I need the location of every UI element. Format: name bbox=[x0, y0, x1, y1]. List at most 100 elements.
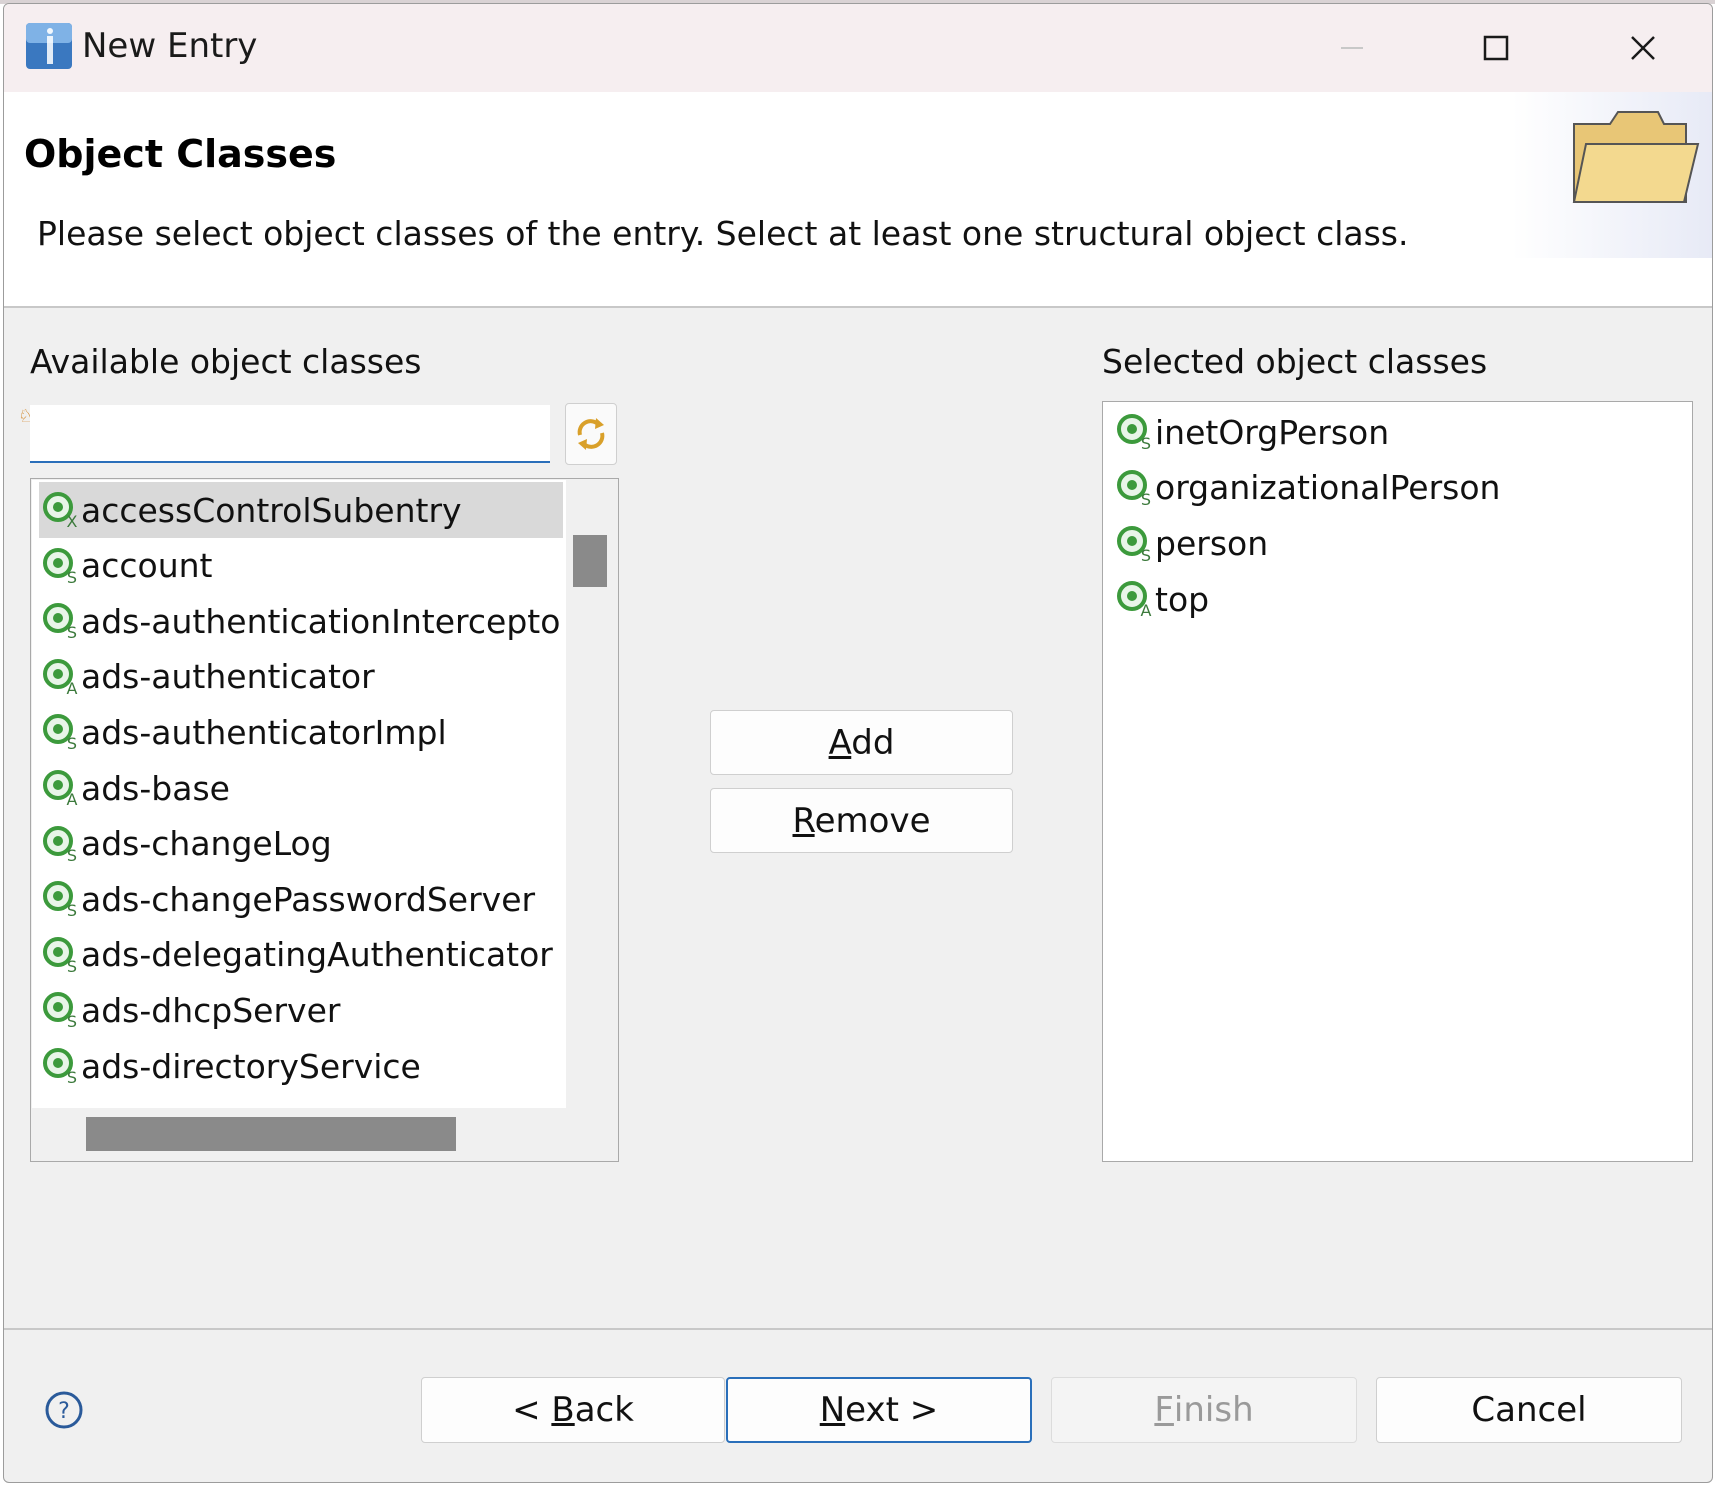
cancel-button-label: Cancel bbox=[1471, 1390, 1587, 1430]
svg-text:A: A bbox=[67, 790, 78, 808]
object-class-icon: S bbox=[43, 1048, 77, 1086]
back-prefix: < bbox=[512, 1390, 552, 1430]
selected-list-item[interactable]: SorganizationalPerson bbox=[1113, 460, 1500, 516]
available-list-item[interactable]: Sads-changePasswordServer bbox=[39, 871, 535, 927]
available-item-label: ads-dhcpServer bbox=[81, 990, 341, 1030]
svg-text:S: S bbox=[67, 568, 77, 586]
object-class-icon: X bbox=[43, 492, 78, 530]
available-list-item[interactable]: Aads-base bbox=[39, 760, 230, 816]
object-class-icon: S bbox=[1117, 525, 1151, 564]
refresh-button[interactable] bbox=[565, 403, 617, 465]
cancel-button[interactable]: Cancel bbox=[1376, 1377, 1682, 1443]
available-label: Available object classes bbox=[30, 342, 422, 381]
add-button-label: Add bbox=[829, 723, 895, 763]
svg-text:A: A bbox=[1141, 601, 1152, 619]
svg-text:?: ? bbox=[58, 1399, 70, 1424]
add-button[interactable]: Add bbox=[710, 710, 1013, 775]
object-class-icon: A bbox=[1117, 581, 1152, 619]
object-class-icon: S bbox=[1117, 414, 1151, 452]
wizard-header: Object Classes Please select object clas… bbox=[4, 92, 1712, 308]
label-rest: emove bbox=[814, 800, 931, 841]
object-class-icon: S bbox=[43, 992, 77, 1030]
back-mnemonic: B bbox=[551, 1390, 575, 1430]
object-class-icon: S bbox=[43, 936, 77, 975]
object-class-icon: S bbox=[43, 603, 77, 641]
label-rest: dd bbox=[851, 722, 895, 763]
horizontal-scrollbar-thumb[interactable] bbox=[86, 1117, 456, 1151]
svg-text:S: S bbox=[1141, 490, 1151, 508]
remove-button-label: Remove bbox=[793, 801, 931, 841]
page-description: Please select object classes of the entr… bbox=[37, 214, 1409, 253]
available-item-label: ads-authenticator bbox=[81, 657, 375, 697]
available-list-item[interactable]: Saccount bbox=[39, 538, 212, 594]
svg-text:S: S bbox=[67, 901, 77, 919]
available-item-label: ads-authenticationIntercepto bbox=[81, 601, 561, 641]
back-rest: ack bbox=[574, 1390, 634, 1430]
available-item-label: ads-changePasswordServer bbox=[81, 879, 536, 919]
object-class-icon: A bbox=[43, 770, 78, 808]
maximize-icon bbox=[1483, 35, 1509, 61]
object-class-icon: S bbox=[43, 714, 77, 752]
available-item-label: ads-authenticatorImpl bbox=[81, 712, 447, 752]
selected-item-label: top bbox=[1155, 579, 1210, 619]
next-mnemonic: N bbox=[819, 1390, 846, 1430]
svg-text:X: X bbox=[67, 512, 78, 530]
mnemonic-letter: R bbox=[792, 800, 815, 841]
svg-text:S: S bbox=[67, 734, 77, 752]
help-icon[interactable]: ? bbox=[44, 1390, 84, 1430]
mnemonic-letter: A bbox=[828, 722, 852, 763]
available-list-item[interactable]: Sads-authenticationIntercepto bbox=[39, 593, 560, 649]
svg-text:S: S bbox=[67, 1012, 77, 1030]
selected-label: Selected object classes bbox=[1102, 342, 1488, 381]
next-button[interactable]: Next > bbox=[726, 1377, 1032, 1443]
svg-text:S: S bbox=[1141, 434, 1151, 452]
object-class-icon: S bbox=[1117, 469, 1151, 508]
filter-input[interactable] bbox=[30, 405, 550, 463]
available-list-item[interactable]: Sads-dhcpServer bbox=[39, 982, 340, 1038]
selected-item-label: inetOrgPerson bbox=[1155, 412, 1390, 452]
footer-separator bbox=[4, 1328, 1712, 1330]
object-class-icon: S bbox=[43, 547, 77, 586]
close-button[interactable] bbox=[1608, 18, 1678, 78]
title-bar[interactable]: New Entry bbox=[4, 4, 1712, 92]
available-list-item[interactable]: XaccessControlSubentry bbox=[39, 482, 563, 538]
selected-list-item[interactable]: SinetOrgPerson bbox=[1113, 404, 1389, 460]
svg-text:S: S bbox=[1141, 546, 1151, 564]
finish-rest: inish bbox=[1173, 1390, 1254, 1430]
selected-item-label: person bbox=[1155, 524, 1269, 564]
available-item-label: accessControlSubentry bbox=[81, 490, 462, 530]
app-icon bbox=[26, 23, 72, 69]
object-class-icon: S bbox=[43, 881, 77, 919]
finish-button[interactable]: Finish bbox=[1051, 1377, 1357, 1443]
maximize-button[interactable] bbox=[1461, 18, 1531, 78]
available-item-label: ads-base bbox=[81, 768, 230, 808]
available-item-label: ads-changeLog bbox=[81, 824, 332, 864]
available-item-label: ads-delegatingAuthenticator bbox=[81, 935, 553, 975]
close-icon bbox=[1631, 36, 1655, 60]
available-list-item[interactable]: Sads-changeLog bbox=[39, 816, 332, 872]
object-class-icon: A bbox=[43, 658, 78, 697]
minimize-icon bbox=[1341, 47, 1363, 49]
finish-mnemonic: F bbox=[1154, 1390, 1174, 1430]
available-list-item[interactable]: Aads-authenticator bbox=[39, 649, 375, 705]
vertical-scrollbar-thumb[interactable] bbox=[573, 535, 607, 587]
available-item-label: account bbox=[81, 546, 213, 586]
selected-item-label: organizationalPerson bbox=[1155, 468, 1501, 508]
selected-list-item[interactable]: Atop bbox=[1113, 571, 1209, 627]
page-title: Object Classes bbox=[24, 132, 337, 176]
refresh-icon bbox=[577, 418, 605, 450]
new-entry-dialog: New Entry Object Classes Please select o… bbox=[3, 3, 1713, 1483]
available-list-item[interactable]: Sads-authenticatorImpl bbox=[39, 704, 447, 760]
folder-icon bbox=[1572, 111, 1700, 203]
available-list[interactable]: XaccessControlSubentry Saccount Sads-authe… bbox=[30, 478, 619, 1162]
available-list-item[interactable]: Sads-delegatingAuthenticator bbox=[39, 927, 553, 983]
selected-list-item[interactable]: Sperson bbox=[1113, 516, 1268, 572]
available-list-viewport: XaccessControlSubentry Saccount Sads-authe… bbox=[32, 480, 566, 1108]
remove-button[interactable]: Remove bbox=[710, 788, 1013, 853]
minimize-button[interactable] bbox=[1317, 18, 1387, 78]
window-title: New Entry bbox=[82, 26, 258, 66]
back-button[interactable]: < Back bbox=[421, 1377, 725, 1443]
selected-list[interactable]: SinetOrgPerson SorganizationalPerson Spers… bbox=[1102, 401, 1693, 1162]
available-list-item[interactable]: Sads-directoryService bbox=[39, 1038, 421, 1094]
available-item-label: ads-directoryService bbox=[81, 1046, 421, 1086]
